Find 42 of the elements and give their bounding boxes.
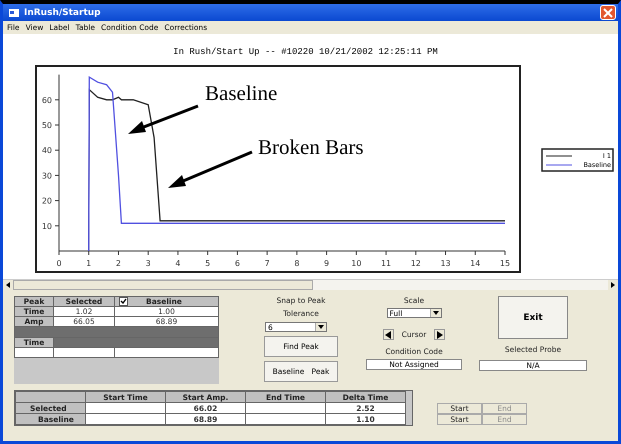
x-tick-label: 12: [410, 259, 421, 268]
x-tick-label: 10: [351, 259, 362, 268]
checkbox[interactable]: [119, 297, 128, 306]
y-tick-label: 20: [42, 196, 52, 206]
x-tick-label: 3: [146, 259, 151, 268]
exit-button[interactable]: Exit: [498, 296, 568, 339]
x-tick-label: 4: [175, 259, 180, 268]
left-arrow-icon: [385, 330, 392, 338]
right-arrow-icon: [436, 330, 443, 338]
x-tick-label: 9: [324, 259, 330, 268]
close-button[interactable]: [600, 5, 616, 20]
y-tick-label: 30: [42, 171, 52, 180]
x-tick-label: 5: [205, 259, 210, 268]
x-tick-label: 15: [500, 259, 510, 268]
close-icon: [603, 8, 613, 18]
x-tick-label: 11: [380, 259, 392, 268]
x-tick-label: 2: [116, 259, 122, 268]
y-tick-label: 60: [42, 96, 52, 105]
dropdown-arrow-icon: [318, 325, 324, 329]
chart-title: In Rush/Start Up -- #10220 10/21/2002 12:25:11 PM: [172, 46, 439, 54]
cursor-right-button[interactable]: [434, 329, 446, 340]
horizontal-scrollbar[interactable]: [3, 279, 618, 290]
x-tick-label: 6: [234, 259, 240, 268]
x-tick-label: 13: [440, 259, 451, 268]
x-tick-label: 7: [264, 259, 270, 268]
x-tick-label: 0: [56, 259, 62, 268]
annotation-arrow: [128, 104, 199, 134]
cursor-left-button[interactable]: [382, 329, 394, 340]
y-tick-label: 10: [42, 222, 52, 231]
scroll-thumb[interactable]: [13, 280, 313, 290]
y-tick-label: 50: [42, 121, 52, 130]
x-tick-label: 8: [294, 259, 300, 268]
annotation-label: Broken Bars: [258, 135, 364, 159]
app-icon: [9, 8, 19, 16]
window-title: InRush/Startup: [24, 8, 102, 18]
left-arrow-icon: [6, 282, 10, 288]
right-arrow-icon: [611, 282, 615, 288]
dropdown-arrow-icon: [432, 311, 438, 315]
x-tick-label: 1: [86, 259, 92, 268]
annotation-label: Baseline: [205, 81, 278, 105]
y-tick-label: 40: [42, 146, 52, 156]
x-tick-label: 14: [470, 259, 480, 268]
